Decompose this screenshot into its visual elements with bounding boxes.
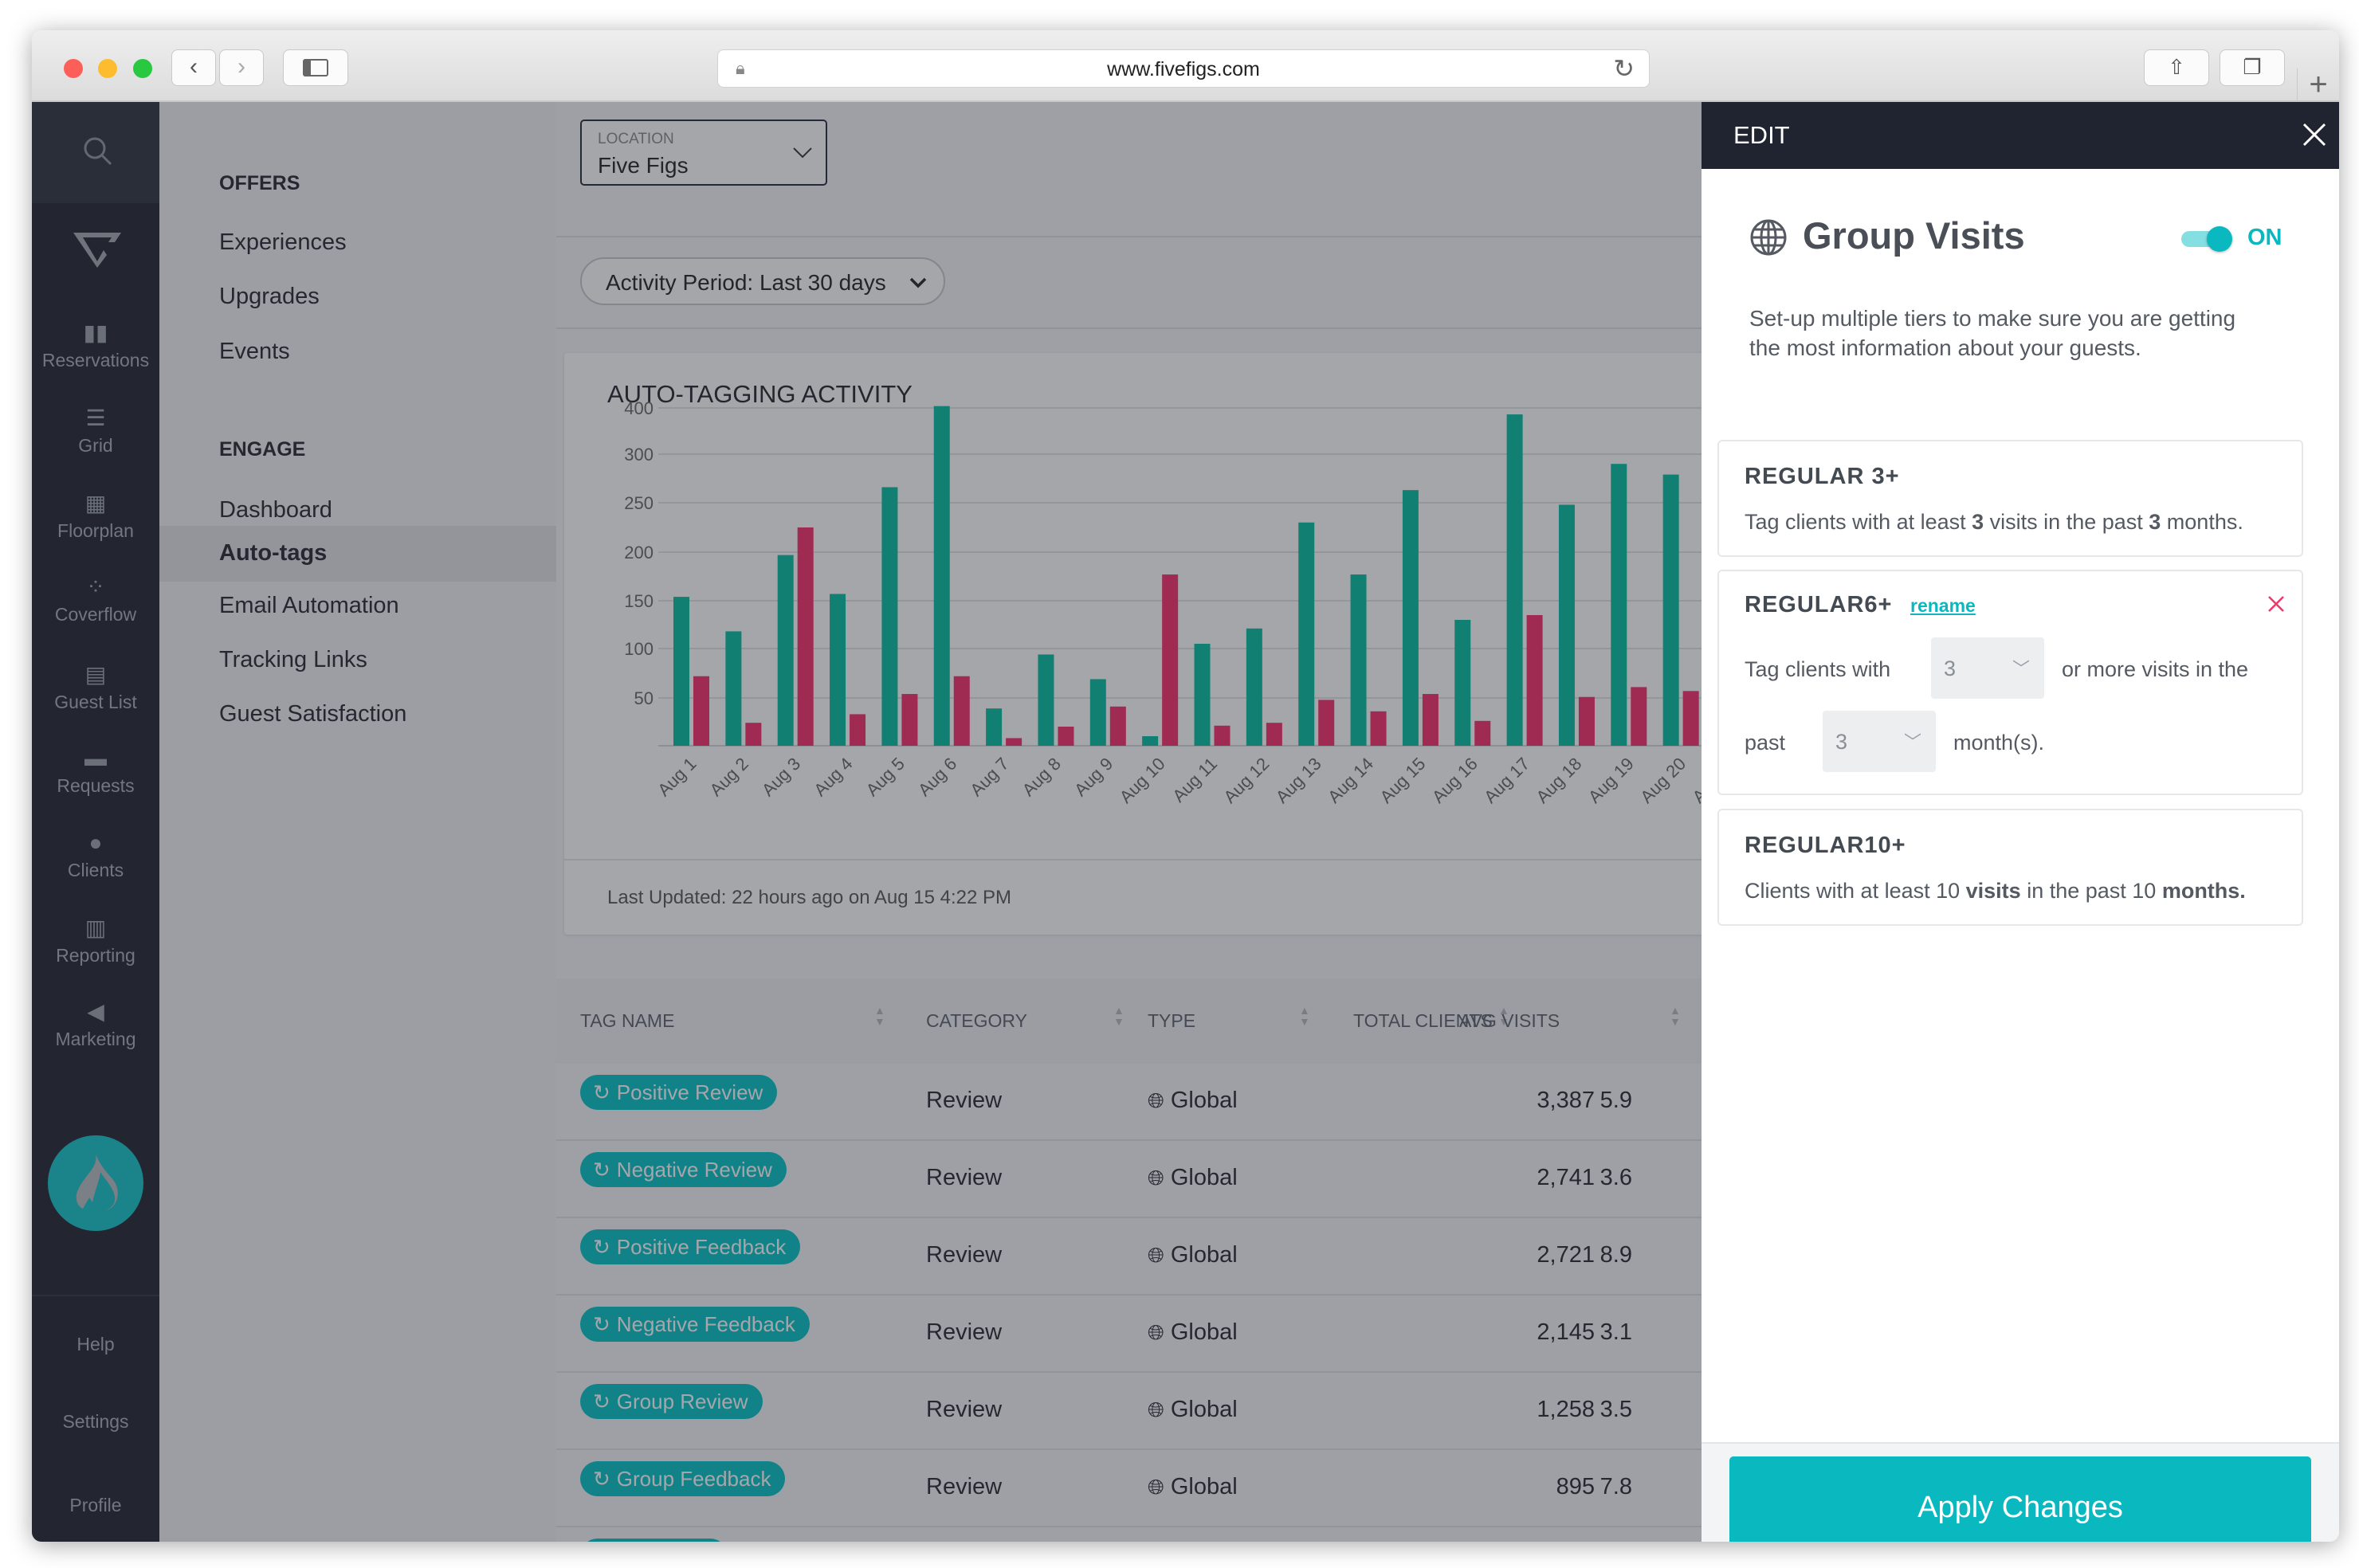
globe-icon bbox=[1750, 219, 1787, 256]
description-line: Set-up multiple tiers to make sure you a… bbox=[1749, 306, 2236, 331]
modal-backdrop[interactable] bbox=[32, 102, 1702, 1542]
tier-text-before: Tag clients with bbox=[1745, 657, 1891, 681]
tier-description: Tag clients with at least 3 visits in th… bbox=[1745, 510, 2243, 535]
browser-window: ‹ › 🔒︎ www.fivefigs.com ↻ ⇧ ❐ + ▮▮ Reserv… bbox=[32, 30, 2339, 1542]
back-icon[interactable]: ‹ bbox=[171, 49, 216, 86]
chevron-down-icon: ﹀ bbox=[1903, 732, 1921, 752]
tier-name: REGULAR6+ bbox=[1745, 592, 1893, 617]
tier-description: Clients with at least 10 visits in the p… bbox=[1745, 879, 2246, 904]
tier-text-middle: or more visits in the bbox=[2062, 657, 2249, 681]
delete-tier-icon[interactable] bbox=[2267, 595, 2285, 613]
toggle-state: ON bbox=[2247, 225, 2282, 250]
rule-description: Set-up multiple tiers to make sure you a… bbox=[1749, 304, 2235, 363]
close-window-button[interactable] bbox=[64, 59, 83, 78]
rule-title: Group Visits bbox=[1803, 214, 2025, 257]
tier-card-regular3[interactable]: REGULAR 3+ Tag clients with at least 3 v… bbox=[1717, 440, 2303, 557]
tier-card-regular10[interactable]: REGULAR10+ Clients with at least 10 visi… bbox=[1717, 809, 2303, 926]
maximize-window-button[interactable] bbox=[133, 59, 152, 78]
months-value: 3 bbox=[1835, 730, 1848, 754]
rename-link[interactable]: rename bbox=[1910, 595, 1976, 617]
text: in the past 10 bbox=[2020, 879, 2162, 903]
description-line: the most information about your guests. bbox=[1749, 335, 2141, 360]
tier-name: REGULAR10+ bbox=[1745, 833, 1906, 858]
apply-changes-button[interactable]: Apply Changes bbox=[1729, 1456, 2311, 1542]
tier-text-past: past bbox=[1745, 731, 1786, 755]
sidebar-icon[interactable] bbox=[283, 49, 348, 86]
tier-name: REGULAR 3+ bbox=[1745, 464, 1900, 489]
edit-panel: EDIT Group Visits ON Set-up multiple tie… bbox=[1702, 102, 2339, 1542]
text: Tag clients with at least bbox=[1745, 510, 1972, 534]
text-bold: months. bbox=[2161, 879, 2246, 903]
panel-header: EDIT bbox=[1702, 102, 2339, 169]
enable-toggle[interactable] bbox=[2181, 226, 2232, 252]
text-bold: visits bbox=[1965, 879, 2021, 903]
visits-count: 3 bbox=[1972, 510, 1984, 534]
tabs-icon[interactable]: ❐ bbox=[2220, 49, 2285, 86]
forward-icon[interactable]: › bbox=[219, 49, 264, 86]
text: visits in the past bbox=[1984, 510, 2149, 534]
visits-value: 3 bbox=[1944, 657, 1957, 680]
panel-footer: Apply Changes bbox=[1702, 1442, 2339, 1542]
panel-title: EDIT bbox=[1733, 121, 1790, 149]
tier-card-regular6: REGULAR6+ rename Tag clients with 3 ﹀ or … bbox=[1717, 570, 2303, 795]
text: months. bbox=[2161, 510, 2243, 534]
url-text: www.fivefigs.com bbox=[1107, 58, 1260, 80]
tier-text-after: month(s). bbox=[1953, 731, 2045, 755]
new-tab-icon[interactable]: + bbox=[2297, 69, 2339, 102]
visits-select[interactable]: 3 ﹀ bbox=[1931, 637, 2044, 699]
address-bar[interactable]: 🔒︎ www.fivefigs.com ↻ bbox=[717, 49, 1650, 88]
months-count: 3 bbox=[2149, 510, 2161, 534]
minimize-window-button[interactable] bbox=[98, 59, 117, 78]
share-icon[interactable]: ⇧ bbox=[2144, 49, 2209, 86]
chevron-down-icon: ﹀ bbox=[2012, 659, 2030, 679]
reload-icon[interactable]: ↻ bbox=[1613, 53, 1635, 84]
text: Clients with at least 10 bbox=[1745, 879, 1966, 903]
months-select[interactable]: 3 ﹀ bbox=[1823, 711, 1936, 772]
close-icon[interactable] bbox=[2301, 121, 2328, 148]
browser-toolbar: ‹ › 🔒︎ www.fivefigs.com ↻ ⇧ ❐ + bbox=[32, 30, 2339, 102]
